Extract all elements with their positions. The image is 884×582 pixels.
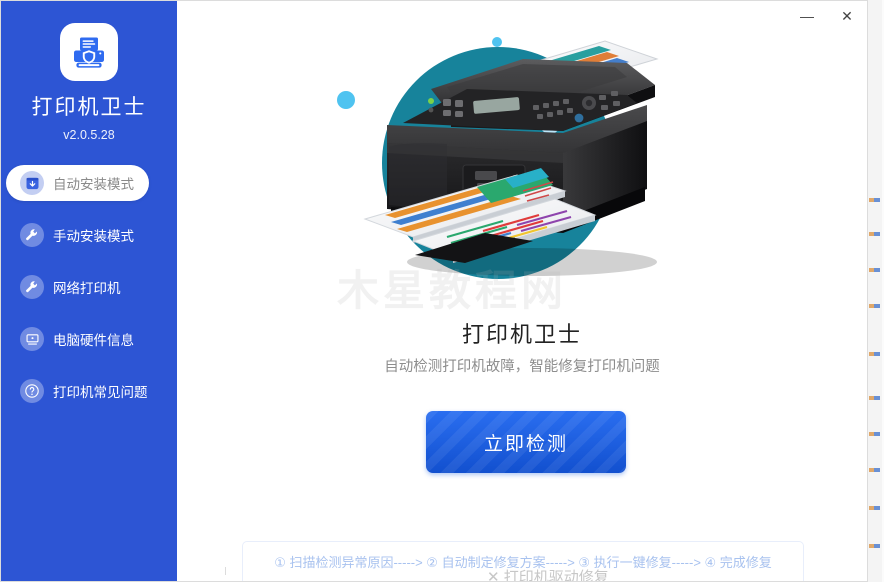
hero-illustration: 木星教程网 xyxy=(327,19,747,314)
wrench-icon xyxy=(20,223,44,247)
sidebar-item-network-printer[interactable]: 网络打印机 xyxy=(6,269,149,305)
background-content-fleck xyxy=(869,396,880,400)
main-content: — ✕ 木星教程网 打印机卫士 自动检测打印机故障，智能修复打印机问题 立即检测… xyxy=(177,1,867,581)
question-mark-icon xyxy=(20,379,44,403)
background-content-fleck xyxy=(869,506,880,510)
app-version: v2.0.5.28 xyxy=(63,128,115,142)
background-content-fleck xyxy=(869,198,880,202)
background-content-fleck xyxy=(869,432,880,436)
app-logo xyxy=(60,23,118,81)
download-box-icon xyxy=(20,171,44,195)
sidebar-item-hardware-info[interactable]: 电脑硬件信息 xyxy=(6,321,149,357)
background-content-fleck xyxy=(869,232,880,236)
sidebar-item-label: 网络打印机 xyxy=(53,281,121,296)
printer-guard-window: 打印机卫士 v2.0.5.28 自动安装模式 手动安装模式 网络打印机 电脑硬件… xyxy=(0,0,868,582)
sidebar-item-label: 打印机常见问题 xyxy=(53,385,148,400)
sidebar-item-auto-install[interactable]: 自动安装模式 xyxy=(6,165,149,201)
detect-now-button[interactable]: 立即检测 xyxy=(426,411,626,473)
background-content-fleck xyxy=(869,352,880,356)
sidebar-item-label: 电脑硬件信息 xyxy=(53,333,134,348)
page-subtitle: 自动检测打印机故障，智能修复打印机问题 xyxy=(384,359,660,375)
background-content-fleck xyxy=(869,468,880,472)
background-scrollbar[interactable] xyxy=(868,0,882,582)
app-title: 打印机卫士 xyxy=(31,96,147,119)
background-content-fleck xyxy=(869,268,880,272)
steps-banner: ① 扫描检测异常原因-----> ② 自动制定修复方案-----> ③ 执行一键… xyxy=(242,541,804,581)
sidebar-item-faq[interactable]: 打印机常见问题 xyxy=(6,373,149,409)
background-content-fleck xyxy=(869,544,880,548)
watermark-text: 木星教程网 xyxy=(337,267,568,314)
page-title: 打印机卫士 xyxy=(461,322,582,347)
sidebar-item-label: 自动安装模式 xyxy=(53,177,134,192)
background-content-fleck xyxy=(869,304,880,308)
monitor-icon xyxy=(20,327,44,351)
wrench-icon xyxy=(20,275,44,299)
sidebar: 打印机卫士 v2.0.5.28 自动安装模式 手动安装模式 网络打印机 电脑硬件… xyxy=(1,1,177,581)
steps-text: ① 扫描检测异常原因-----> ② 自动制定修复方案-----> ③ 执行一键… xyxy=(274,555,772,570)
printer-shield-icon xyxy=(74,37,104,68)
sidebar-item-manual-install[interactable]: 手动安装模式 xyxy=(6,217,149,253)
close-button[interactable]: ✕ xyxy=(827,1,867,31)
minimize-button[interactable]: — xyxy=(787,1,827,31)
sidebar-item-label: 手动安装模式 xyxy=(53,229,134,244)
sidebar-nav: 自动安装模式 手动安装模式 网络打印机 电脑硬件信息 打印机常见问题 xyxy=(1,165,177,409)
background-divider xyxy=(225,567,231,575)
